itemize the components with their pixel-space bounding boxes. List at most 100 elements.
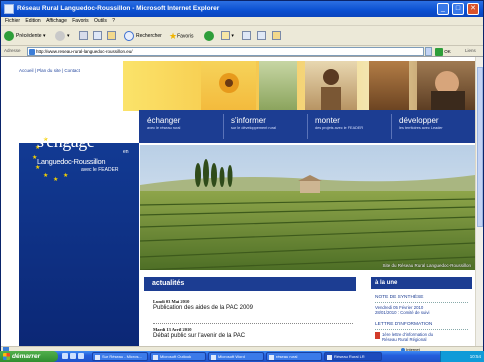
- news-divider: [153, 323, 353, 324]
- messenger-button[interactable]: [272, 30, 281, 42]
- svg-text:★: ★: [63, 172, 68, 179]
- menu-edition[interactable]: Edition: [25, 17, 40, 26]
- close-button[interactable]: ✕: [467, 3, 479, 15]
- start-label: démarrer: [12, 353, 41, 360]
- start-button[interactable]: démarrer: [0, 351, 58, 362]
- clock[interactable]: 10:54: [470, 354, 481, 359]
- title-bar[interactable]: Réseau Rural Languedoc-Roussillon - Micr…: [1, 1, 483, 17]
- news-heading: actualités: [144, 277, 356, 291]
- quick-launch-icon[interactable]: [62, 353, 68, 359]
- mail-icon: [221, 31, 230, 41]
- quick-launch: [62, 353, 86, 361]
- go-button[interactable]: OK: [435, 47, 451, 56]
- nav-echanger[interactable]: échanger avec le réseau rural: [147, 116, 180, 130]
- favorites-label: Favoris: [177, 33, 194, 40]
- nav-developper[interactable]: développer les territoires avec Leader: [399, 116, 443, 130]
- newsletter-section[interactable]: LETTRE D'INFORMATION 1ère lettre d'infor…: [371, 321, 472, 343]
- taskbar-item-label: réseau rural: [276, 354, 298, 359]
- search-button[interactable]: Rechercher: [124, 30, 162, 42]
- taskbar-item[interactable]: Sur Réseau - Micros...: [92, 352, 148, 361]
- messenger-icon: [272, 31, 281, 41]
- go-label: OK: [444, 49, 451, 54]
- menu-affichage[interactable]: Affichage: [46, 17, 67, 26]
- newsletter-title: LETTRE D'INFORMATION: [375, 322, 468, 330]
- taskbar-item[interactable]: Microsoft Word: [208, 352, 264, 361]
- favorites-button[interactable]: ★Favoris: [169, 30, 193, 42]
- mail-button[interactable]: ▾: [221, 30, 234, 42]
- forward-button[interactable]: ▾: [55, 30, 70, 42]
- taskbar-item[interactable]: Microsoft Outlook: [150, 352, 206, 361]
- quick-launch-icon[interactable]: [70, 353, 76, 359]
- nav-monter[interactable]: monter des projets avec le FEADER: [315, 116, 363, 130]
- taskbar-item-label: Microsoft Word: [218, 354, 245, 359]
- window-icon: [95, 355, 100, 360]
- quick-launch-icon[interactable]: [78, 353, 84, 359]
- synthesis-note-section[interactable]: NOTE DE SYNTHÈSE Vendredi 05 Février 201…: [371, 294, 472, 316]
- address-url: http://www.reseau-rural-languedoc-roussi…: [36, 49, 133, 54]
- print-button[interactable]: [242, 30, 251, 42]
- outlook-icon: [153, 355, 158, 360]
- taskbar-item-active[interactable]: Réseau Rural LR: [324, 352, 382, 361]
- stop-button[interactable]: [79, 30, 88, 42]
- address-dropdown-button[interactable]: [425, 47, 432, 56]
- system-tray: 10:54: [440, 351, 484, 362]
- edit-button[interactable]: [257, 30, 266, 42]
- logo-en: en: [123, 149, 129, 155]
- synthesis-note-text[interactable]: 28/01/2010 : Comité de suivi: [375, 310, 468, 315]
- forward-arrow-icon: [55, 30, 65, 41]
- news-item[interactable]: Lundi 03 Mai 2010 Publication des aides …: [153, 299, 253, 311]
- taskbar-item-label: Sur Réseau - Micros...: [102, 354, 142, 359]
- news-item[interactable]: Mardi 13 Avril 2010 Débat public sur l'a…: [153, 327, 245, 339]
- nav-sinformer-sub: sur le développement rural: [231, 126, 276, 130]
- hero-photo: Site du Réseau Rural Languedoc-Roussillo…: [140, 145, 475, 270]
- a-la-une-heading: à la une: [371, 277, 472, 289]
- ie-icon: [327, 355, 332, 360]
- taskbar-item-label: Microsoft Outlook: [160, 354, 192, 359]
- ie-window-icon: [4, 4, 14, 14]
- nav-sinformer[interactable]: s'informer sur le développement rural: [231, 116, 276, 130]
- menu-outils[interactable]: Outils: [94, 17, 107, 26]
- back-arrow-icon: [4, 30, 14, 41]
- main-nav: échanger avec le réseau rural s'informer…: [139, 110, 475, 143]
- sunflower-icon: [219, 73, 239, 93]
- synthesis-note-title: NOTE DE SYNTHÈSE: [375, 295, 468, 303]
- news-title[interactable]: Publication des aides de la PAC 2009: [153, 305, 253, 311]
- news-title[interactable]: Débat public sur l'avenir de la PAC: [153, 333, 245, 339]
- newsletter-line-2[interactable]: Réseau Rural Régional: [382, 337, 433, 342]
- banner-photo-1: [201, 61, 256, 111]
- nav-monter-title: monter: [315, 116, 340, 125]
- photo-caption: Site du Réseau Rural Languedoc-Roussillo…: [382, 263, 471, 268]
- svg-text:★: ★: [43, 172, 48, 179]
- nav-echanger-title: échanger: [147, 116, 181, 125]
- window-title: Réseau Rural Languedoc-Roussillon - Micr…: [17, 5, 220, 12]
- logo-top: l'Europe: [83, 119, 114, 129]
- taskbar-item[interactable]: réseau rural: [266, 352, 322, 361]
- word-icon: [211, 355, 216, 360]
- taskbar: démarrer Sur Réseau - Micros... Microsof…: [0, 351, 484, 362]
- history-button[interactable]: [204, 30, 216, 42]
- star-icon: ★: [169, 31, 178, 41]
- ie-page-icon: [29, 49, 35, 55]
- refresh-button[interactable]: [93, 30, 102, 42]
- top-nav-links[interactable]: Accueil | Plan du site | Contact: [19, 68, 80, 73]
- pdf-icon: [375, 332, 380, 339]
- page-content: Accueil | Plan du site | Contact ★ ★ ★ ★…: [1, 57, 475, 346]
- maximize-button[interactable]: □: [452, 3, 464, 15]
- menu-help[interactable]: ?: [112, 17, 115, 26]
- banner-photo-2: [259, 61, 297, 111]
- news-date: Lundi 03 Mai 2010: [153, 299, 190, 304]
- minimize-button[interactable]: _: [437, 3, 449, 15]
- vertical-scrollbar[interactable]: [475, 57, 483, 346]
- logo-region: Languedoc-Roussillon: [37, 157, 106, 166]
- home-icon: [107, 31, 116, 41]
- scrollbar-thumb[interactable]: [477, 67, 483, 227]
- nav-monter-sub: des projets avec le FEADER: [315, 126, 364, 130]
- windows-logo-icon: [3, 353, 10, 360]
- links-label[interactable]: Liens: [465, 48, 476, 53]
- menu-favoris[interactable]: Favoris: [72, 17, 88, 26]
- people-silhouette-icon: [321, 69, 341, 111]
- menu-fichier[interactable]: Fichier: [5, 17, 20, 26]
- home-button[interactable]: [107, 30, 116, 42]
- address-input[interactable]: http://www.reseau-rural-languedoc-roussi…: [27, 47, 424, 56]
- back-button[interactable]: Précédente ▾: [4, 30, 45, 42]
